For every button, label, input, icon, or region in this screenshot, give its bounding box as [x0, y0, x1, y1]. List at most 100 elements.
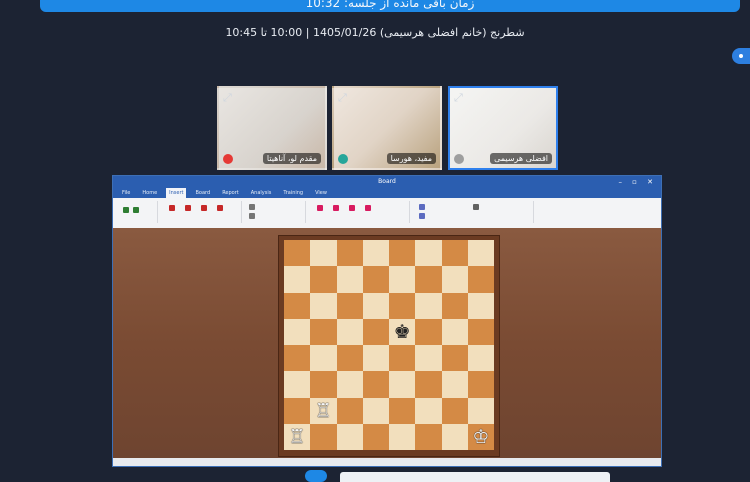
menu-item-file[interactable]: File	[119, 188, 133, 198]
square-a7[interactable]	[284, 266, 311, 293]
square-b3[interactable]	[310, 371, 337, 398]
square-h6[interactable]	[467, 292, 494, 319]
symbol-icon[interactable]	[317, 205, 323, 211]
square-b2[interactable]: ♖	[310, 397, 337, 424]
symbol-icon-3[interactable]	[349, 205, 355, 211]
participant-video-tile[interactable]: ⤢ مقدم لو، آناهیتا	[217, 86, 327, 170]
square-f6[interactable]	[415, 292, 442, 319]
white-king-icon[interactable]: ♔	[468, 424, 494, 450]
square-c2[interactable]	[336, 397, 363, 424]
square-b4[interactable]	[310, 345, 337, 372]
square-f8[interactable]	[415, 240, 442, 267]
square-d5[interactable]	[362, 318, 389, 345]
square-g7[interactable]	[441, 266, 468, 293]
square-d8[interactable]	[362, 240, 389, 267]
square-h5[interactable]	[467, 318, 494, 345]
menu-item-training[interactable]: Training	[280, 188, 306, 198]
square-a5[interactable]	[284, 318, 311, 345]
square-d6[interactable]	[362, 292, 389, 319]
square-e1[interactable]	[389, 423, 416, 450]
square-f4[interactable]	[415, 345, 442, 372]
piece-insert-icon-2[interactable]	[185, 205, 191, 211]
square-a8[interactable]	[284, 240, 311, 267]
square-e8[interactable]	[389, 240, 416, 267]
square-c1[interactable]	[336, 423, 363, 450]
square-f1[interactable]	[415, 423, 442, 450]
symbol-icon-4[interactable]	[365, 205, 371, 211]
expand-icon[interactable]: ⤢	[454, 91, 463, 105]
square-d2[interactable]	[362, 397, 389, 424]
square-c3[interactable]	[336, 371, 363, 398]
black-king-icon[interactable]: ♚	[389, 319, 415, 345]
square-c8[interactable]	[336, 240, 363, 267]
square-b7[interactable]	[310, 266, 337, 293]
window-controls[interactable]: – ▫ ✕	[618, 176, 657, 188]
square-e2[interactable]	[389, 397, 416, 424]
square-g5[interactable]	[441, 318, 468, 345]
piece-insert-icon[interactable]	[169, 205, 175, 211]
square-b8[interactable]	[310, 240, 337, 267]
undo-icon[interactable]	[123, 207, 129, 213]
square-b6[interactable]	[310, 292, 337, 319]
square-e3[interactable]	[389, 371, 416, 398]
expand-icon[interactable]: ⤢	[223, 91, 232, 105]
side-panel-toggle[interactable]	[732, 48, 750, 64]
square-f5[interactable]	[415, 318, 442, 345]
menu-item-home[interactable]: Home	[139, 188, 160, 198]
square-d3[interactable]	[362, 371, 389, 398]
square-c4[interactable]	[336, 345, 363, 372]
white-rook-icon[interactable]: ♖	[310, 398, 336, 424]
annotation-icon-2[interactable]	[419, 213, 425, 219]
square-f2[interactable]	[415, 397, 442, 424]
participant-video-tile[interactable]: ⤢ مفید، هورسا	[332, 86, 442, 170]
square-e7[interactable]	[389, 266, 416, 293]
square-d4[interactable]	[362, 345, 389, 372]
square-h7[interactable]	[467, 266, 494, 293]
square-h3[interactable]	[467, 371, 494, 398]
square-a1[interactable]: ♖	[284, 423, 311, 450]
square-g1[interactable]	[441, 423, 468, 450]
piece-insert-icon-4[interactable]	[217, 205, 223, 211]
square-g3[interactable]	[441, 371, 468, 398]
square-h8[interactable]	[467, 240, 494, 267]
chessboard[interactable]: ♚ ♖ ♖ ♔	[284, 240, 494, 450]
menu-item-view[interactable]: View	[312, 188, 330, 198]
square-e4[interactable]	[389, 345, 416, 372]
redo-icon[interactable]	[133, 207, 139, 213]
text-icon[interactable]	[249, 204, 255, 210]
symbol-icon-2[interactable]	[333, 205, 339, 211]
participant-video-tile[interactable]: ⤢ افضلی هرسیمی	[448, 86, 558, 170]
square-f3[interactable]	[415, 371, 442, 398]
square-c7[interactable]	[336, 266, 363, 293]
square-d7[interactable]	[362, 266, 389, 293]
square-c5[interactable]	[336, 318, 363, 345]
square-f7[interactable]	[415, 266, 442, 293]
menu-item-report[interactable]: Report	[219, 188, 242, 198]
bottom-control-button[interactable]	[305, 470, 327, 482]
square-e5[interactable]: ♚	[389, 318, 416, 345]
square-g2[interactable]	[441, 397, 468, 424]
square-h1[interactable]: ♔	[467, 423, 494, 450]
menu-item-insert[interactable]: Insert	[166, 188, 187, 198]
square-h4[interactable]	[467, 345, 494, 372]
text-icon-2[interactable]	[249, 213, 255, 219]
square-a6[interactable]	[284, 292, 311, 319]
white-rook-icon[interactable]: ♖	[284, 424, 310, 450]
square-e6[interactable]	[389, 292, 416, 319]
menu-item-analysis[interactable]: Analysis	[248, 188, 275, 198]
expand-icon[interactable]: ⤢	[338, 91, 347, 105]
square-g8[interactable]	[441, 240, 468, 267]
square-a4[interactable]	[284, 345, 311, 372]
square-g4[interactable]	[441, 345, 468, 372]
menu-item-board[interactable]: Board	[192, 188, 213, 198]
square-a2[interactable]	[284, 397, 311, 424]
square-b1[interactable]	[310, 423, 337, 450]
annotation-icon[interactable]	[419, 204, 425, 210]
graphics-icon[interactable]	[473, 204, 479, 210]
square-h2[interactable]	[467, 397, 494, 424]
square-g6[interactable]	[441, 292, 468, 319]
square-b5[interactable]	[310, 318, 337, 345]
piece-insert-icon-3[interactable]	[201, 205, 207, 211]
square-a3[interactable]	[284, 371, 311, 398]
square-c6[interactable]	[336, 292, 363, 319]
